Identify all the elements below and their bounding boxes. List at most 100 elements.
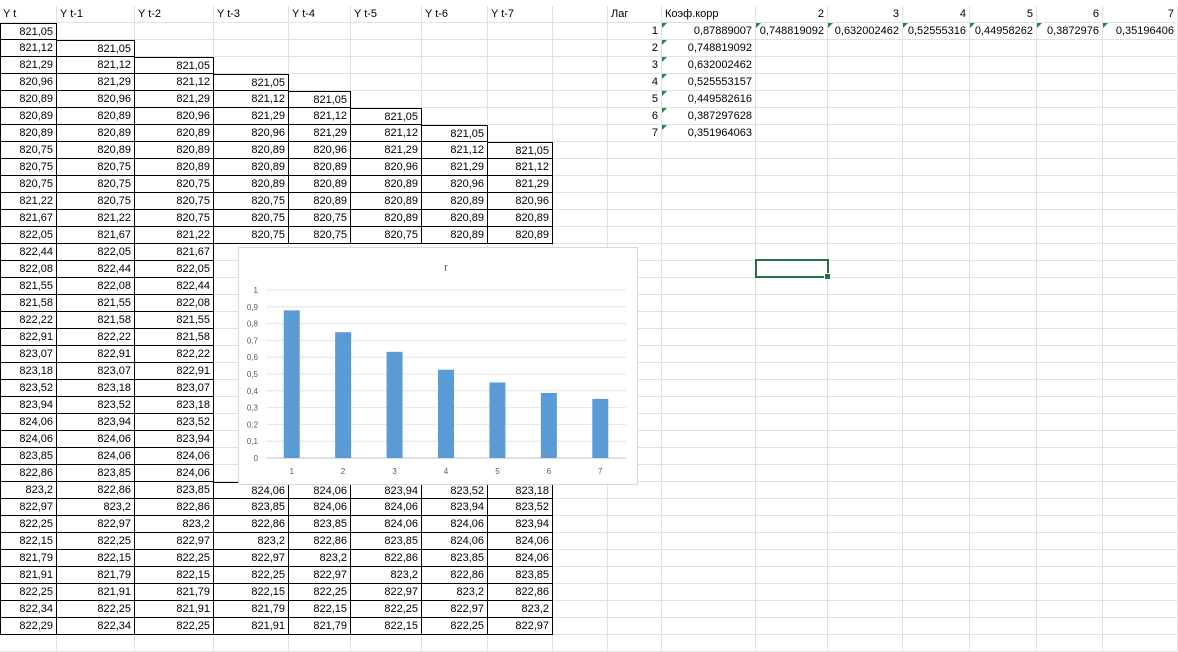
grid-cell[interactable]	[1103, 346, 1178, 363]
grid-cell[interactable]	[662, 380, 756, 397]
grid-cell[interactable]	[608, 176, 662, 193]
grid-cell[interactable]	[1037, 108, 1103, 125]
data-cell[interactable]: 820,75	[0, 142, 57, 159]
grid-cell[interactable]	[970, 380, 1037, 397]
grid-cell[interactable]	[1103, 125, 1178, 142]
grid-cell[interactable]	[970, 550, 1037, 567]
lag-column-number[interactable]: 7	[1103, 6, 1178, 23]
data-cell[interactable]: 823,2	[57, 499, 135, 516]
grid-cell[interactable]	[553, 125, 608, 142]
data-cell[interactable]: 823,18	[135, 397, 214, 414]
data-cell[interactable]: 820,75	[135, 176, 214, 193]
coef-value[interactable]: 0,351964063	[662, 125, 756, 142]
grid-cell[interactable]	[1103, 516, 1178, 533]
grid-cell[interactable]	[662, 635, 756, 652]
data-cell[interactable]: 820,96	[135, 108, 214, 125]
data-cell[interactable]: 821,55	[0, 278, 57, 295]
grid-cell[interactable]	[970, 312, 1037, 329]
grid-cell[interactable]	[756, 193, 828, 210]
grid-cell[interactable]	[553, 516, 608, 533]
data-cell[interactable]: 824,06	[488, 550, 553, 567]
grid-cell[interactable]	[662, 244, 756, 261]
grid-cell[interactable]	[1037, 601, 1103, 618]
data-cell[interactable]: 821,67	[135, 244, 214, 261]
grid-cell[interactable]	[1037, 465, 1103, 482]
grid-cell[interactable]	[756, 278, 828, 295]
grid-cell[interactable]	[970, 533, 1037, 550]
grid-cell[interactable]	[1037, 499, 1103, 516]
grid-cell[interactable]	[756, 601, 828, 618]
grid-cell[interactable]	[828, 346, 903, 363]
grid-cell[interactable]	[1037, 210, 1103, 227]
grid-cell[interactable]	[828, 533, 903, 550]
grid-cell[interactable]	[1037, 533, 1103, 550]
grid-cell[interactable]	[1103, 601, 1178, 618]
data-cell[interactable]: 822,15	[351, 618, 422, 635]
grid-cell[interactable]	[903, 210, 970, 227]
grid-cell[interactable]	[553, 193, 608, 210]
grid-cell[interactable]	[903, 295, 970, 312]
grid-cell[interactable]	[553, 40, 608, 57]
data-cell[interactable]: 820,89	[289, 159, 351, 176]
grid-cell[interactable]	[1037, 380, 1103, 397]
data-cell[interactable]: 820,75	[214, 227, 289, 244]
grid-cell[interactable]	[970, 431, 1037, 448]
data-cell[interactable]: 823,52	[0, 380, 57, 397]
data-cell[interactable]: 822,08	[57, 278, 135, 295]
grid-cell[interactable]	[903, 40, 970, 57]
grid-cell[interactable]	[1103, 227, 1178, 244]
grid-cell[interactable]	[1103, 482, 1178, 499]
grid-cell[interactable]	[903, 584, 970, 601]
data-cell[interactable]: 821,91	[135, 601, 214, 618]
grid-cell[interactable]	[756, 74, 828, 91]
grid-cell[interactable]	[1037, 295, 1103, 312]
data-cell[interactable]: 823,52	[488, 499, 553, 516]
grid-cell[interactable]	[1103, 533, 1178, 550]
grid-cell[interactable]	[1037, 567, 1103, 584]
data-cell[interactable]: 821,29	[351, 142, 422, 159]
grid-cell[interactable]	[1103, 108, 1178, 125]
data-cell[interactable]: 822,05	[135, 261, 214, 278]
grid-cell[interactable]	[1103, 57, 1178, 74]
grid-cell[interactable]	[756, 499, 828, 516]
data-cell[interactable]: 822,91	[135, 363, 214, 380]
data-cell[interactable]: 820,89	[0, 125, 57, 142]
grid-cell[interactable]	[608, 227, 662, 244]
grid-cell[interactable]	[351, 635, 422, 652]
grid-cell[interactable]	[756, 516, 828, 533]
grid-cell[interactable]	[970, 108, 1037, 125]
grid-cell[interactable]	[1037, 244, 1103, 261]
grid-cell[interactable]	[422, 74, 488, 91]
data-cell[interactable]: 821,91	[57, 584, 135, 601]
grid-cell[interactable]	[828, 40, 903, 57]
data-cell[interactable]: 822,25	[351, 601, 422, 618]
grid-cell[interactable]	[828, 210, 903, 227]
grid-cell[interactable]	[662, 601, 756, 618]
data-cell[interactable]: 820,89	[0, 108, 57, 125]
grid-cell[interactable]	[828, 193, 903, 210]
data-cell[interactable]: 823,52	[57, 397, 135, 414]
data-cell[interactable]: 824,06	[289, 499, 351, 516]
data-cell[interactable]: 822,44	[135, 278, 214, 295]
data-cell[interactable]: 821,55	[57, 295, 135, 312]
lag-column-number[interactable]: 4	[903, 6, 970, 23]
data-cell[interactable]: 822,15	[0, 533, 57, 550]
grid-cell[interactable]	[903, 193, 970, 210]
data-cell[interactable]: 823,2	[488, 601, 553, 618]
data-cell[interactable]: 822,97	[214, 550, 289, 567]
data-cell[interactable]: 820,89	[351, 210, 422, 227]
data-cell[interactable]: 822,05	[0, 227, 57, 244]
grid-cell[interactable]	[488, 57, 553, 74]
data-cell[interactable]: 821,22	[57, 210, 135, 227]
grid-cell[interactable]	[553, 584, 608, 601]
grid-cell[interactable]	[970, 142, 1037, 159]
data-cell[interactable]: 823,85	[0, 448, 57, 465]
grid-cell[interactable]	[1103, 414, 1178, 431]
grid-cell[interactable]	[970, 346, 1037, 363]
grid-cell[interactable]	[662, 363, 756, 380]
grid-cell[interactable]	[553, 618, 608, 635]
grid-cell[interactable]	[828, 516, 903, 533]
data-cell[interactable]: 820,89	[422, 227, 488, 244]
data-cell[interactable]: 820,75	[57, 193, 135, 210]
grid-cell[interactable]	[756, 550, 828, 567]
